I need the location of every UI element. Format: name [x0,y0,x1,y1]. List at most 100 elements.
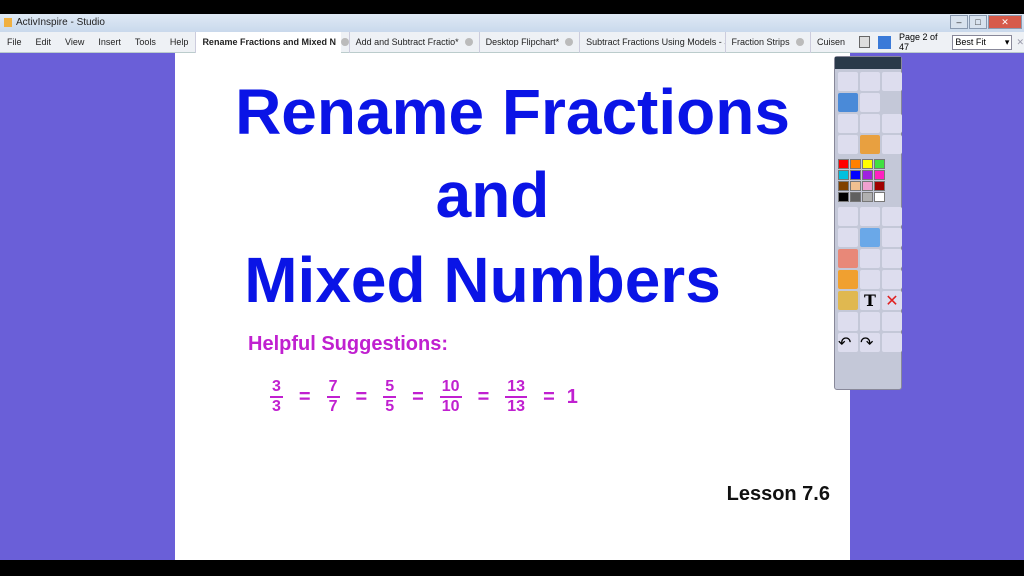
web-browser-icon[interactable] [860,135,880,154]
maximize-button[interactable]: □ [969,15,987,29]
fraction: 10 10 [439,378,462,416]
tab-close-icon[interactable] [340,38,349,46]
tab-close-icon[interactable] [565,38,574,46]
grid-icon[interactable] [882,270,902,289]
tool-settings-icon[interactable] [860,93,880,112]
flipchart-stage: Rename Fractions and Mixed Numbers Helpf… [0,53,1024,560]
browser-icon[interactable] [860,72,880,91]
palette-swatch[interactable] [874,181,885,191]
edit-profiles-icon[interactable] [882,312,902,331]
palette-swatch[interactable] [850,159,861,169]
clipboard-icon[interactable] [882,333,902,352]
tab-desktop-flipchart[interactable]: Desktop Flipchart* [478,31,580,53]
palette-swatch[interactable] [850,170,861,180]
title-line-1: Rename Fractions [235,76,790,148]
fill-icon[interactable] [882,135,902,154]
tab-label: Desktop Flipchart* [485,36,560,47]
zoom-select[interactable]: Best Fit ▾ [952,34,1013,50]
palette-swatch[interactable] [838,170,849,180]
revealer-icon[interactable] [882,228,902,247]
reset-page-icon[interactable] [860,312,880,331]
window-title: ActivInspire - Studio [16,17,105,28]
next-page-icon[interactable] [860,114,880,133]
flipchart-page: Rename Fractions and Mixed Numbers Helpf… [175,53,850,560]
duplicate-page-icon[interactable] [882,207,902,226]
previous-page-icon[interactable] [838,114,858,133]
toolbox-header[interactable] [835,57,901,69]
menu-file[interactable]: File [0,37,29,47]
equals-sign: = [298,385,311,408]
tab-rename-fractions[interactable]: Rename Fractions and Mixed N [195,31,341,53]
fill-bucket-icon[interactable] [860,249,880,268]
redo-icon[interactable]: ↷ [860,333,880,352]
fraction: 55 [383,378,397,416]
dual-user-icon[interactable] [838,93,858,112]
helpful-suggestions: Helpful Suggestions: [248,333,448,355]
shape-icon[interactable] [838,270,858,289]
palette-swatch[interactable] [862,170,873,180]
tab-label: Cuisen [817,36,846,47]
fraction: 77 [326,378,340,416]
color-palette[interactable] [835,157,901,204]
menu-help[interactable]: Help [163,37,196,47]
equals-sign: = [412,385,424,408]
tab-label: Rename Fractions and Mixed N [202,36,336,47]
menu-edit[interactable]: Edit [29,37,59,47]
page-browser-icon[interactable] [878,35,891,49]
palette-swatch[interactable] [850,192,861,202]
tab-close-icon[interactable] [796,38,805,46]
menu-tools[interactable]: Tools [128,37,163,47]
signature-icon[interactable] [882,72,902,91]
tab-fraction-strips[interactable]: Fraction Strips [724,31,810,53]
denominator: 5 [385,398,395,415]
palette-swatch[interactable] [874,159,885,169]
denominator: 10 [441,398,460,415]
palette-swatch[interactable] [862,192,873,202]
palette-swatch[interactable] [850,181,861,191]
camera-icon[interactable] [882,114,902,133]
copy-icon[interactable] [882,249,902,268]
clear-icon[interactable] [838,312,858,331]
numerator: 7 [326,378,340,398]
equals-sign: = [355,385,368,408]
main-menu-icon[interactable] [838,72,858,91]
app-icon [4,18,12,27]
select-pointer-icon[interactable] [838,207,858,226]
palette-swatch[interactable] [838,192,849,202]
menu-bar: File Edit View Insert Tools Help Rename … [0,31,1024,53]
menu-view[interactable]: View [58,37,91,47]
palette-swatch[interactable] [838,181,849,191]
equals-sign: = [477,385,490,408]
eraser-icon[interactable] [838,249,858,268]
minimize-button[interactable]: – [950,15,968,29]
result-value: 1 [566,385,578,408]
pen-icon[interactable] [838,228,858,247]
numerator: 10 [439,378,462,398]
menu-insert[interactable]: Insert [91,37,128,47]
palette-swatch[interactable] [874,192,885,202]
connector-icon[interactable] [860,270,880,289]
text-icon[interactable]: T [860,291,880,310]
title-line-3: Mixed Numbers [244,244,721,316]
toolbox-panel[interactable]: T ✕ ↶ ↷ [834,56,902,390]
numerator: 3 [270,378,283,398]
numerator: 13 [505,378,528,398]
folder-icon[interactable] [838,291,858,310]
delete-icon[interactable]: ✕ [882,291,902,310]
tab-close-icon[interactable] [464,38,473,46]
play-icon[interactable] [838,135,858,154]
palette-swatch[interactable] [862,159,873,169]
undo-icon[interactable]: ↶ [838,333,858,352]
tab-subtract-fractions[interactable]: Subtract Fractions Using Models - S [579,31,725,53]
tab-list-icon[interactable] [858,36,871,48]
tab-add-subtract[interactable]: Add and Subtract Fractio* [348,31,479,53]
palette-swatch[interactable] [838,159,849,169]
close-button[interactable]: ✕ [988,15,1022,29]
tools-icon[interactable] [860,207,880,226]
tab-cuisenaire[interactable]: Cuisen [810,31,859,53]
highlighter-icon[interactable] [860,228,880,247]
palette-swatch[interactable] [874,170,885,180]
fullscreen-icon[interactable]: ✕ [1016,37,1024,48]
equals-sign: = [543,385,555,408]
palette-swatch[interactable] [862,181,873,191]
